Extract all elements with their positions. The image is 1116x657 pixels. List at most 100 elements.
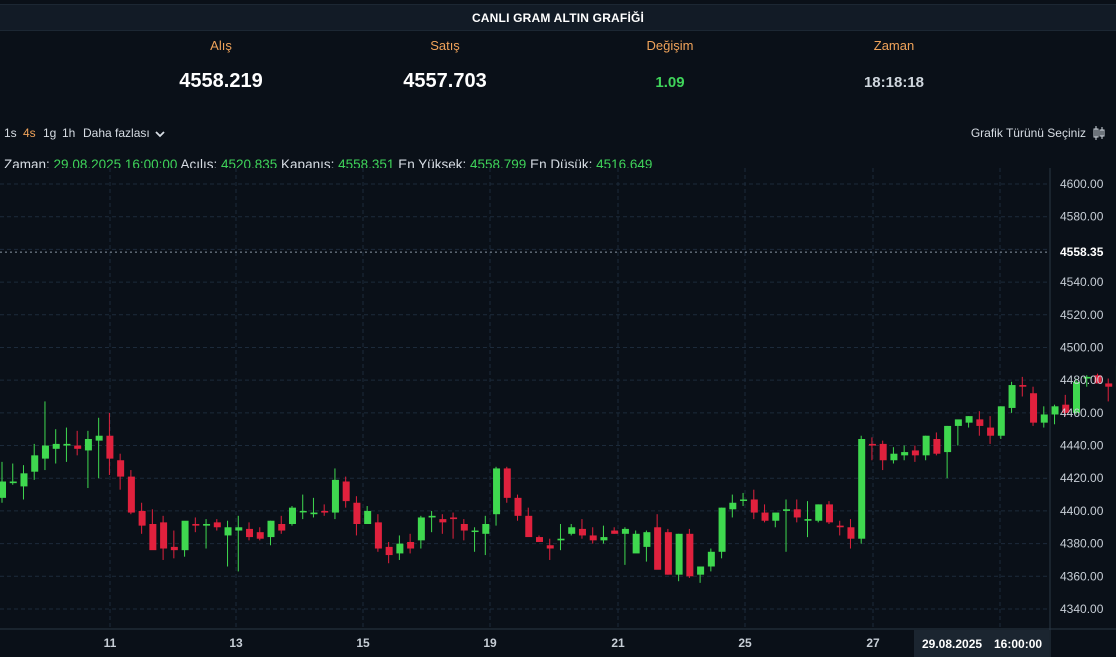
candle-body [997,406,1005,436]
candle-body [493,468,501,515]
chart-type-label: Grafik Türünü Seçiniz [970,126,1086,140]
y-tick-label: 4520.00 [1060,308,1104,322]
candle-body [901,452,909,456]
candle-body [664,532,672,575]
candle-body [836,525,844,528]
candle-body [804,519,812,521]
candle-body [976,419,984,426]
candle-body [965,416,973,423]
y-tick-label: 4380.00 [1060,537,1104,551]
timeframe-1g[interactable]: 1g [43,126,56,140]
ask-label: Satış [430,38,460,53]
candle-body [385,546,393,556]
candle-body [858,439,866,539]
candle-body [471,530,479,533]
candle-body [675,533,683,575]
candle-body [267,520,275,538]
candle-body [256,532,264,539]
candle-body [1040,414,1048,423]
candle-body [407,541,415,549]
candle-body [890,453,898,461]
candle-body [621,528,629,534]
candle-body [793,509,801,518]
candle-body [450,517,458,520]
change-label: Değişim [646,38,694,53]
candle-body [321,510,329,513]
timeframe-1s[interactable]: 1s [4,126,17,140]
x-tick-label: 15 [356,636,370,650]
chart-type-selector[interactable]: Grafik Türünü Seçiniz [971,125,1106,141]
candle-body [1105,383,1113,387]
candle-body [31,455,39,472]
candle-body [364,510,372,524]
candle-body [170,546,178,551]
candle-body [160,522,168,549]
candle-body [868,443,876,446]
candle-body [1051,406,1059,415]
candlestick-chart[interactable]: 4340.00 4360.00 4380.00 4400.00 4420.00 4440.… [0,168,1116,657]
candle-body [879,443,887,461]
page-title: CANLI GRAM ALTIN GRAFİĞİ [471,10,645,25]
y-tick-label: 4580.00 [1060,210,1104,224]
candle-body [600,537,608,541]
timeframe-1h[interactable]: 1h [62,126,75,140]
candle-body [213,522,221,528]
candle-body [686,533,694,577]
candle-body [761,512,769,521]
candle-body [1008,385,1016,408]
more-timeframes-label: Daha fazlası [83,126,150,140]
candle-body [1019,385,1027,387]
candle-body [149,524,157,551]
candle-body [482,524,490,534]
candle-body [95,435,103,441]
x-tick-label: 25 [738,636,752,650]
candle-body [417,517,425,541]
last-price-label: 4558.35 [1060,245,1104,259]
candle-body [84,439,92,451]
candle-body [740,499,748,501]
candle-body [74,445,82,449]
y-tick-label: 4540.00 [1060,275,1104,289]
candle-body [783,509,791,511]
candle-body [589,535,597,541]
candle-body [568,527,576,534]
candle-body [374,522,382,549]
candle-body [246,528,254,538]
crosshair-date-label: 29.08.2025 [922,637,982,651]
candle-body [278,524,286,531]
candle-body [525,515,533,538]
candle-body [922,435,930,456]
x-tick-label: 27 [866,636,880,650]
candle-body [138,510,146,526]
candle-body [127,476,135,513]
candle-body [815,504,823,521]
y-tick-label: 4340.00 [1060,602,1104,616]
candle-body [299,510,307,513]
candle-body [954,419,962,426]
candle-body [825,504,833,523]
candle-body [503,468,511,498]
candle-body [514,497,522,516]
candle-body [911,450,919,456]
candle-body [772,512,780,521]
bid-value: 4558.219 [179,70,263,92]
y-tick-label: 4400.00 [1060,504,1104,518]
candle-body [439,519,447,523]
more-timeframes-dropdown[interactable]: Daha fazlası [83,126,165,140]
candle-body [0,481,6,498]
chart-toolbar: 1s 4s 1g 1h Daha fazlası Grafik Türünü S… [0,122,1116,144]
timeframe-4s[interactable]: 4s [23,126,36,140]
candle-body [933,439,941,454]
candle-body [718,507,726,552]
candle-body [106,435,114,459]
candle-body [203,524,211,526]
candle-body [235,527,243,531]
candle-body [460,524,468,531]
candle-body [117,460,125,477]
candle-body [52,443,60,449]
y-tick-label: 4600.00 [1060,177,1104,191]
candle-body [342,481,350,502]
candle-body [987,427,995,436]
candle-body [944,425,952,453]
candlestick-icon [1093,126,1105,140]
